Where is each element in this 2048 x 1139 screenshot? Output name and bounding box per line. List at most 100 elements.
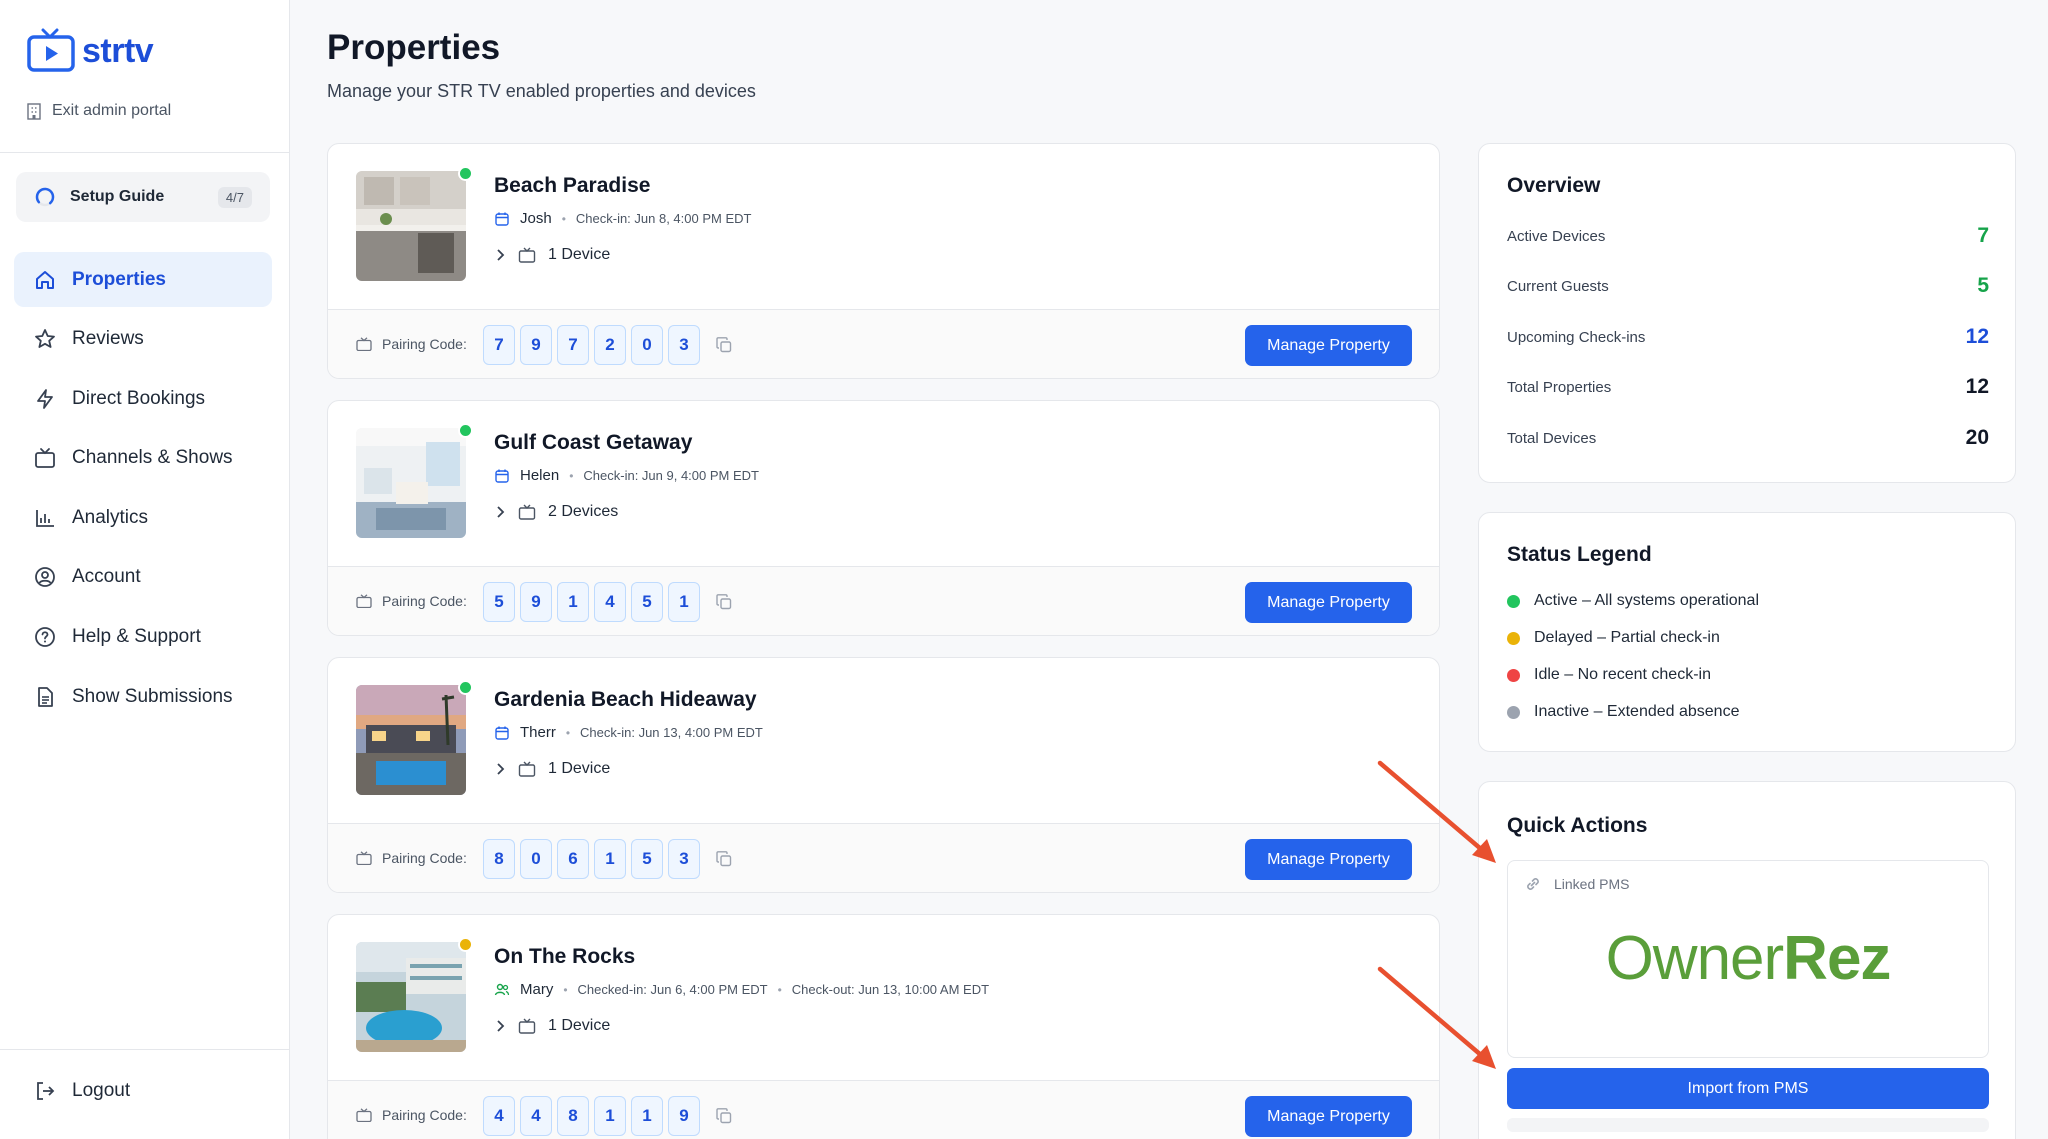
pairing-code: 448119: [483, 1096, 733, 1136]
next-action-button-partial[interactable]: [1507, 1118, 1989, 1132]
brand-logo[interactable]: strtv: [26, 28, 154, 74]
copy-code-button[interactable]: [715, 850, 733, 868]
pairing-digit: 1: [594, 1096, 626, 1136]
legend-label: Inactive – Extended absence: [1534, 703, 1740, 720]
exit-admin-portal-link[interactable]: Exit admin portal: [26, 102, 171, 120]
property-card: Gardenia Beach Hideaway Therr • Check-in…: [327, 657, 1440, 893]
overview-row-total-devices: Total Devices 20: [1507, 426, 1989, 450]
sidebar-item-account[interactable]: Account: [14, 550, 272, 605]
checkin-text: Check-in: Jun 9, 4:00 PM EDT: [583, 468, 759, 483]
overview-panel: Overview Active Devices 7 Current Guests…: [1478, 143, 2016, 483]
sidebar-item-analytics[interactable]: Analytics: [14, 490, 272, 545]
sidebar-item-properties[interactable]: Properties: [14, 252, 272, 307]
sidebar-item-direct-bookings[interactable]: Direct Bookings: [14, 371, 272, 426]
document-icon: [38, 686, 53, 707]
page-title: Properties: [327, 28, 501, 67]
overview-row-upcoming-checkins: Upcoming Check-ins 12: [1507, 325, 1989, 349]
sidebar-item-help-support[interactable]: Help & Support: [14, 610, 272, 665]
property-thumbnail[interactable]: [356, 171, 466, 281]
pairing-code-text: Pairing Code:: [382, 1107, 467, 1123]
logout-button[interactable]: Logout: [34, 1080, 130, 1102]
tv-icon: [356, 337, 372, 351]
annotation-arrow-icon: [1377, 760, 1496, 863]
property-name[interactable]: On The Rocks: [494, 945, 635, 969]
manage-property-button[interactable]: Manage Property: [1245, 582, 1412, 623]
devices-toggle[interactable]: 2 Devices: [494, 503, 618, 521]
linked-pms-label: Linked PMS: [1554, 876, 1630, 892]
pairing-code-label: Pairing Code:: [356, 850, 467, 866]
property-card-footer: Pairing Code: 797203 Manage Property: [328, 309, 1439, 378]
property-thumbnail[interactable]: [356, 428, 466, 538]
pairing-digit: 4: [594, 582, 626, 622]
legend-dot: [1507, 631, 1520, 645]
devices-toggle[interactable]: 1 Device: [494, 246, 610, 264]
chart-icon: [36, 509, 54, 527]
property-card-footer: Pairing Code: 448119 Manage Property: [328, 1080, 1439, 1139]
device-count: 1 Device: [548, 1017, 611, 1034]
tv-logo-icon: [27, 28, 75, 72]
property-card-footer: Pairing Code: 806153 Manage Property: [328, 823, 1439, 892]
chevron-right-icon: [497, 763, 505, 775]
guest-name: Helen: [520, 467, 560, 484]
devices-toggle[interactable]: 1 Device: [494, 1017, 610, 1035]
quick-actions-panel: Quick Actions Linked PMS OwnerRez Import…: [1478, 781, 2016, 1139]
pairing-digit: 9: [520, 325, 552, 365]
device-count: 1 Device: [548, 760, 611, 777]
sidebar-item-label: Account: [72, 566, 141, 588]
property-thumbnail[interactable]: [356, 942, 466, 1052]
guest-name: Therr: [520, 724, 556, 741]
manage-property-button[interactable]: Manage Property: [1245, 325, 1412, 366]
page-subtitle: Manage your STR TV enabled properties an…: [327, 81, 756, 101]
sidebar-item-label: Properties: [72, 268, 166, 290]
pairing-digit: 5: [631, 839, 663, 879]
property-card-header: On The Rocks Mary • Checked-in: Jun 6, 4…: [328, 915, 1439, 1080]
overview-label: Total Devices: [1507, 429, 1597, 447]
devices-toggle[interactable]: 1 Device: [494, 760, 610, 778]
status-legend-panel: Status Legend Active – All systems opera…: [1478, 512, 2016, 752]
pairing-digit: 5: [631, 582, 663, 622]
tv-icon: [518, 504, 536, 520]
property-card-footer: Pairing Code: 591451 Manage Property: [328, 566, 1439, 635]
sidebar-divider: [0, 152, 290, 153]
copy-icon: [716, 337, 732, 353]
meta-separator: •: [565, 725, 571, 740]
legend-dot: [1507, 705, 1520, 719]
linked-pms-card: Linked PMS OwnerRez: [1507, 860, 1989, 1058]
setup-guide-button[interactable]: Setup Guide 4/7: [16, 172, 270, 222]
legend-label: Delayed – Partial check-in: [1534, 629, 1720, 646]
setup-guide-progress-badge: 4/7: [217, 186, 252, 208]
tv-icon: [35, 448, 55, 469]
copy-code-button[interactable]: [715, 336, 733, 354]
property-name[interactable]: Beach Paradise: [494, 174, 650, 198]
pairing-code-text: Pairing Code:: [382, 850, 467, 866]
user-circle-icon: [35, 567, 55, 588]
help-icon: [35, 627, 55, 647]
guest-name: Mary: [520, 981, 554, 998]
meta-separator: •: [777, 982, 782, 997]
legend-item-inactive: Inactive – Extended absence: [1507, 703, 1739, 721]
property-thumbnail[interactable]: [356, 685, 466, 795]
copy-code-button[interactable]: [715, 593, 733, 611]
pairing-digit: 3: [668, 839, 700, 879]
sidebar-item-show-submissions[interactable]: Show Submissions: [14, 669, 272, 724]
property-name[interactable]: Gardenia Beach Hideaway: [494, 688, 757, 712]
copy-code-button[interactable]: [715, 1107, 733, 1125]
checkin-text: Check-in: Jun 13, 4:00 PM EDT: [580, 725, 763, 740]
sidebar-item-reviews[interactable]: Reviews: [14, 312, 272, 367]
sidebar-item-channels-shows[interactable]: Channels & Shows: [14, 431, 272, 486]
device-count: 2 Devices: [548, 503, 619, 520]
logout-icon: [37, 1082, 55, 1100]
manage-property-button[interactable]: Manage Property: [1245, 1096, 1412, 1137]
pairing-code: 797203: [483, 325, 733, 365]
pairing-digit: 6: [557, 839, 589, 879]
status-legend-title: Status Legend: [1507, 543, 1652, 566]
property-card-header: Gardenia Beach Hideaway Therr • Check-in…: [328, 658, 1439, 823]
property-guest-info: Mary • Checked-in: Jun 6, 4:00 PM EDT • C…: [494, 981, 989, 998]
import-from-pms-button[interactable]: Import from PMS: [1507, 1068, 1989, 1109]
overview-title: Overview: [1507, 174, 1601, 197]
status-indicator-dot: [458, 423, 473, 438]
overview-value: 20: [1965, 426, 1989, 449]
property-name[interactable]: Gulf Coast Getaway: [494, 431, 692, 455]
calendar-icon: [495, 726, 509, 740]
pairing-digit: 4: [483, 1096, 515, 1136]
